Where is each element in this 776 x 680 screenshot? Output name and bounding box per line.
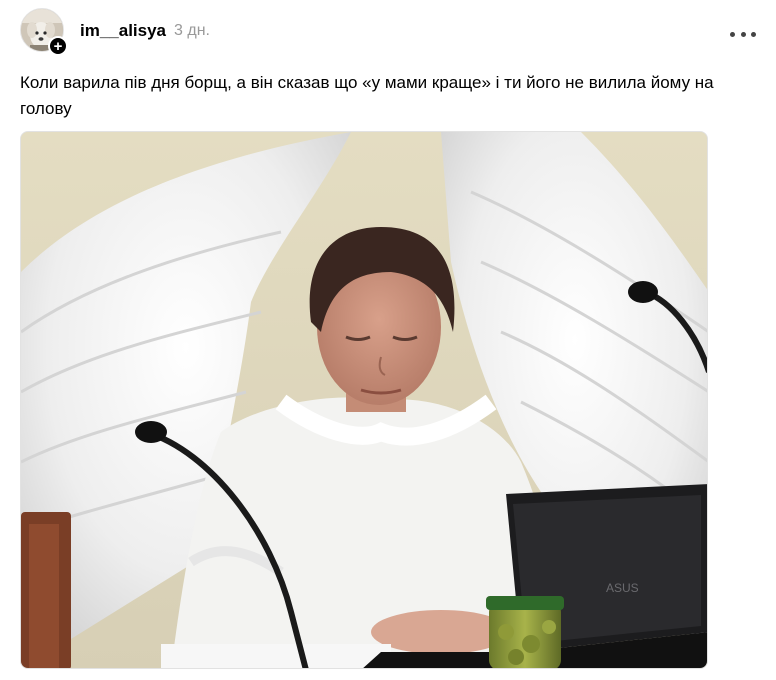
post-image[interactable]: ASUS <box>20 131 708 669</box>
post-header: + im__alisya 3 дн. <box>20 6 760 56</box>
dot <box>740 31 746 37</box>
laptop-brand: ASUS <box>606 581 639 595</box>
threads-post: + im__alisya 3 дн. Коли варила пів дня б… <box>0 0 776 680</box>
angel-photo: ASUS <box>21 132 707 668</box>
username-link[interactable]: im__alisya <box>80 21 166 41</box>
post-timestamp[interactable]: 3 дн. <box>174 22 210 40</box>
plus-icon[interactable]: + <box>48 36 68 56</box>
dot <box>751 31 756 37</box>
dot <box>730 31 735 37</box>
post-caption: Коли варила пів дня борщ, а він сказав щ… <box>20 73 714 118</box>
avatar[interactable]: + <box>20 8 68 56</box>
more-options-icon[interactable] <box>730 24 756 44</box>
